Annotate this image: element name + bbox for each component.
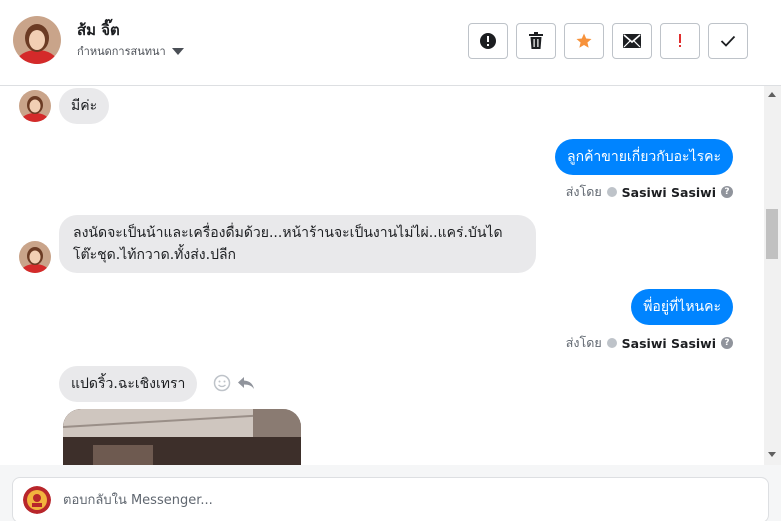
thread-scrollbar[interactable] [764, 86, 781, 465]
checkmark-icon [720, 35, 736, 47]
reply-input[interactable] [63, 486, 753, 514]
message-bubble-incoming[interactable]: แปดริ้ว.ฉะเชิงเทรา [59, 366, 198, 402]
star-icon [576, 33, 592, 48]
sent-by-label: ส่งโดย [565, 184, 602, 199]
message-bubble-incoming[interactable]: ลงนัดจะเป็นน้าและเครื่องดื่มด้วย...หน้าร… [59, 215, 536, 273]
exclamation-icon [679, 34, 681, 47]
message-actions [213, 374, 255, 392]
composer-area [0, 465, 781, 521]
mark-unread-button[interactable] [612, 23, 652, 59]
composer-box[interactable] [12, 477, 769, 521]
follow-up-button[interactable] [660, 23, 700, 59]
contact-avatar-small [19, 241, 51, 273]
mark-done-button[interactable] [708, 23, 748, 59]
sender-name: Sasiwi Sasiwi [621, 184, 716, 200]
trash-icon [529, 32, 543, 49]
message-bubble-incoming[interactable]: มีค่ะ [59, 88, 110, 124]
page-icon [606, 187, 617, 197]
assign-conversation-dropdown[interactable]: กำหนดการสนทนา [77, 42, 184, 60]
contact-avatar[interactable] [13, 16, 61, 64]
message-bubble-outgoing[interactable]: พี่อยู่ที่ไหนคะ [631, 289, 733, 325]
sender-name: Sasiwi Sasiwi [621, 335, 716, 351]
sent-by-label: ส่งโดย [565, 335, 602, 350]
smiley-icon[interactable] [213, 374, 231, 392]
sent-by-info: ส่งโดย Sasiwi Sasiwi ? [566, 333, 733, 353]
alert-circle-icon [480, 33, 496, 49]
help-icon[interactable]: ? [721, 186, 733, 198]
caret-down-icon [171, 47, 184, 55]
message-thread[interactable]: มีค่ะ ลูกค้าขายเกี่ยวกับอะไรคะ ส่งโดย Sa… [0, 86, 764, 465]
scroll-up-arrow-icon[interactable] [768, 92, 776, 97]
envelope-icon [623, 34, 641, 48]
scrollbar-thumb[interactable] [766, 209, 778, 259]
star-button[interactable] [564, 23, 604, 59]
page-icon [606, 338, 617, 348]
conversation-header: ส้ม จิ๊ต กำหนดการสนทนา [0, 0, 781, 86]
contact-name[interactable]: ส้ม จิ๊ต [77, 18, 120, 42]
scroll-down-arrow-icon[interactable] [768, 452, 776, 457]
photo-attachment[interactable] [63, 409, 301, 465]
conversation-actions [468, 23, 748, 59]
delete-button[interactable] [516, 23, 556, 59]
page-avatar [23, 486, 51, 514]
help-icon[interactable]: ? [721, 337, 733, 349]
sent-by-info: ส่งโดย Sasiwi Sasiwi ? [566, 182, 733, 202]
spam-button[interactable] [468, 23, 508, 59]
assign-label: กำหนดการสนทนา [77, 45, 166, 58]
reply-icon[interactable] [237, 375, 255, 391]
contact-avatar-small [19, 90, 51, 122]
message-bubble-outgoing[interactable]: ลูกค้าขายเกี่ยวกับอะไรคะ [555, 139, 733, 175]
